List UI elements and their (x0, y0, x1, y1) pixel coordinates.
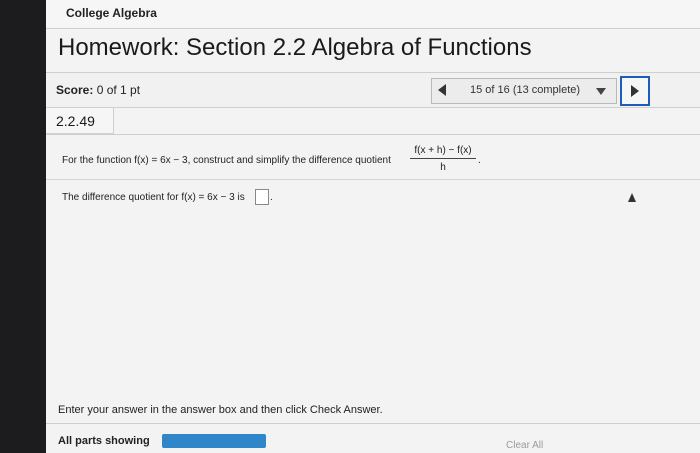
homework-screen: College Algebra Homework: Section 2.2 Al… (46, 0, 700, 453)
answer-input[interactable] (255, 189, 269, 205)
question-period: . (478, 155, 481, 166)
fraction-denominator: h (440, 162, 446, 173)
caret-down-icon[interactable] (596, 88, 606, 95)
question-progress[interactable]: 15 of 16 (13 complete) (470, 84, 580, 96)
problem-id: 2.2.49 (46, 108, 114, 134)
answer-prompt: The difference quotient for f(x) = 6x − … (62, 192, 245, 203)
fraction-numerator: f(x + h) − f(x) (410, 145, 476, 159)
score-label: Score: (56, 83, 94, 97)
instructions-text: Enter your answer in the answer box and … (58, 404, 383, 416)
score-row: Score: 0 of 1 pt 15 of 16 (13 complete) (46, 72, 700, 108)
page-title: Homework: Section 2.2 Algebra of Functio… (58, 34, 532, 61)
next-question-icon (631, 85, 639, 97)
question-navigator[interactable]: 15 of 16 (13 complete) (431, 78, 617, 104)
course-title: College Algebra (66, 6, 157, 20)
parts-progress-bar[interactable] (162, 434, 266, 448)
next-question-button[interactable] (620, 76, 650, 106)
difference-quotient-fraction: f(x + h) − f(x) h (410, 145, 476, 173)
previous-question-icon[interactable] (438, 84, 446, 96)
score: Score: 0 of 1 pt (56, 83, 140, 97)
all-parts-label: All parts showing (58, 435, 150, 447)
mouse-cursor-icon (628, 193, 636, 202)
divider (46, 179, 700, 180)
divider (46, 423, 700, 424)
course-header: College Algebra (46, 0, 700, 29)
divider (46, 134, 700, 135)
question-text: For the function f(x) = 6x − 3, construc… (62, 155, 391, 166)
clear-all-button[interactable]: Clear All (506, 440, 543, 451)
score-value: 0 of 1 pt (96, 83, 141, 97)
answer-period: . (270, 192, 273, 203)
